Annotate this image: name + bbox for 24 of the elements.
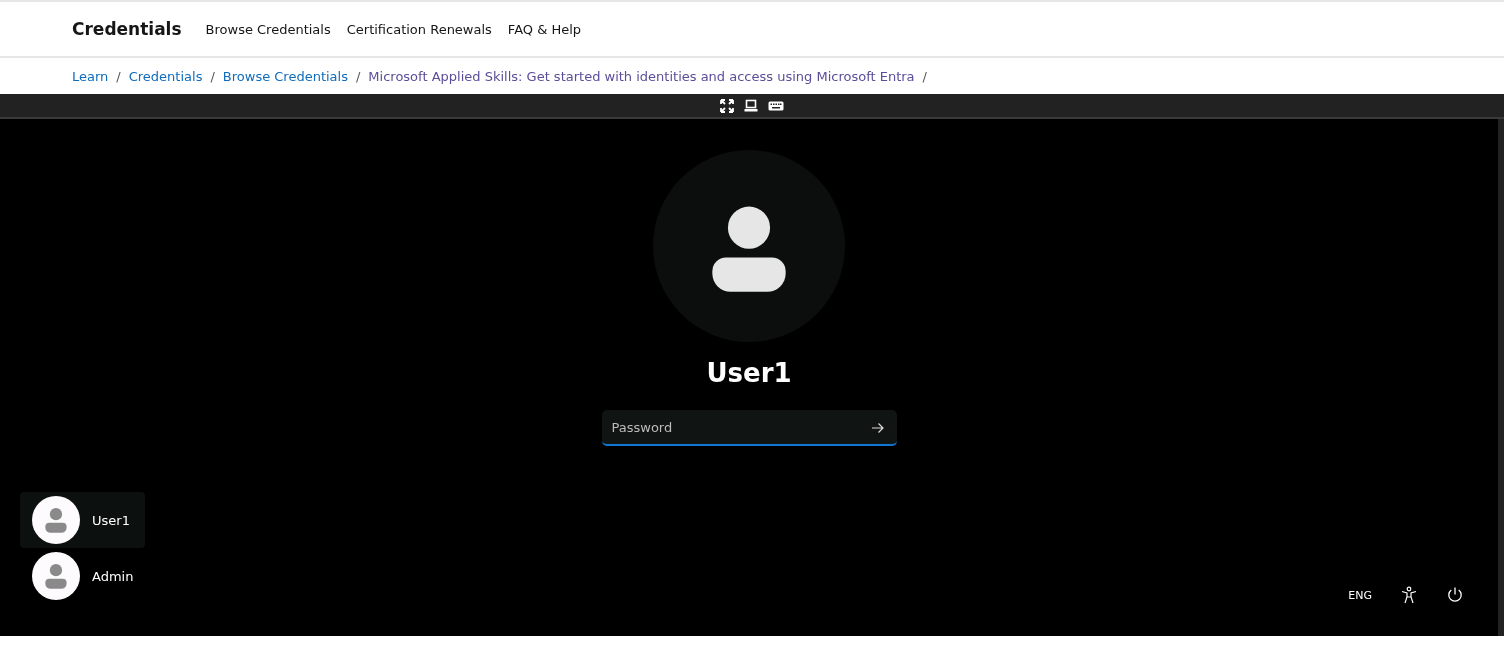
breadcrumb-separator: / xyxy=(355,68,361,84)
breadcrumb-separator: / xyxy=(210,68,215,84)
user-account-item[interactable]: User1 xyxy=(20,492,145,548)
breadcrumb-link[interactable]: Learn xyxy=(72,68,109,84)
power-icon[interactable] xyxy=(1446,586,1464,604)
accessibility-icon[interactable] xyxy=(1400,586,1418,604)
nav-link[interactable]: FAQ & Help xyxy=(507,21,582,37)
fullscreen-icon[interactable] xyxy=(720,98,734,113)
user-avatar-icon xyxy=(32,496,80,544)
laptop-icon[interactable] xyxy=(744,98,758,113)
breadcrumb-link[interactable]: Microsoft Applied Skills: Get started with identities and access using Microsoft Entra xyxy=(368,68,915,84)
language-indicator[interactable]: ENG xyxy=(1348,588,1372,602)
breadcrumb-separator: / xyxy=(116,68,121,84)
arrow-right-icon[interactable] xyxy=(870,421,885,435)
breadcrumb-separator: / xyxy=(922,68,927,84)
user-avatar-icon xyxy=(32,552,80,600)
site-title: Credentials xyxy=(72,19,182,39)
user-name: User1 xyxy=(706,358,792,388)
breadcrumb-link[interactable]: Credentials xyxy=(128,68,203,84)
user-account-item[interactable]: Admin xyxy=(20,548,145,604)
nav-link[interactable]: Browse Credentials xyxy=(205,21,331,37)
breadcrumb-link[interactable]: Browse Credentials xyxy=(222,68,348,84)
nav-link[interactable]: Certification Renewals xyxy=(346,21,492,37)
password-field[interactable]: Password xyxy=(601,410,897,446)
